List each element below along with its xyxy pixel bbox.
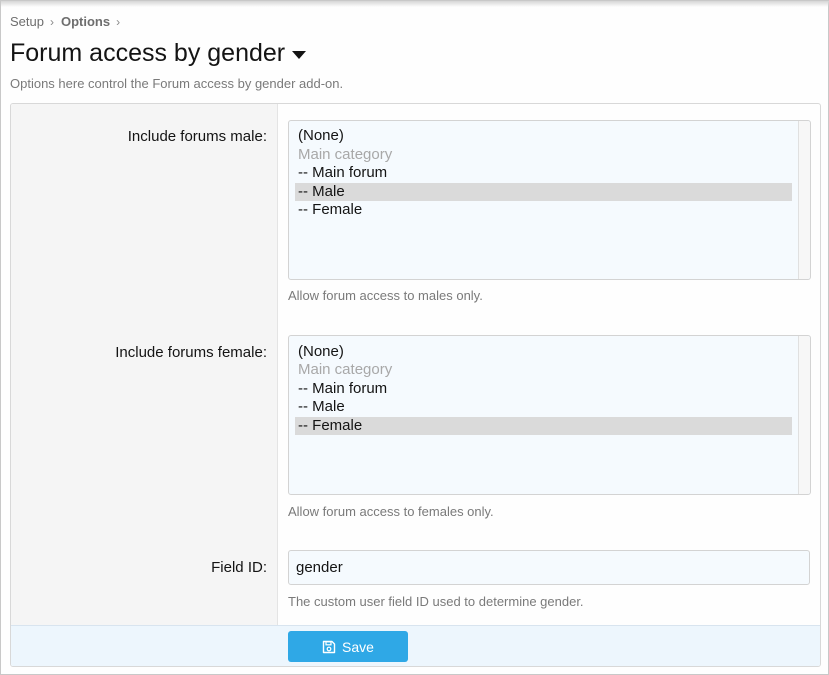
form-footer: Save <box>11 625 820 666</box>
breadcrumb-options[interactable]: Options <box>61 14 110 29</box>
field-id-input[interactable]: gender <box>288 550 810 585</box>
chevron-right-icon: › <box>116 14 121 29</box>
listbox-scrollbar[interactable] <box>798 336 810 494</box>
title-row[interactable]: Forum access by gender <box>10 39 307 68</box>
include-female-label: Include forums female: <box>115 344 267 361</box>
chevron-right-icon: › <box>49 14 54 29</box>
page-description: Options here control the Forum access by… <box>10 76 344 91</box>
include-female-hint: Allow forum access to females only. <box>288 504 494 519</box>
breadcrumb-setup[interactable]: Setup <box>10 14 44 29</box>
top-shadow <box>1 1 829 7</box>
labels-column <box>11 104 278 625</box>
field-id-label: Field ID: <box>211 559 267 576</box>
include-male-hint: Allow forum access to males only. <box>288 288 483 303</box>
option-main-forum[interactable]: -- Main forum <box>295 164 792 182</box>
include-female-listbox[interactable]: (None) Main category -- Main forum -- Ma… <box>288 335 811 495</box>
page-title: Forum access by gender <box>10 39 286 67</box>
caret-down-icon[interactable] <box>292 51 307 59</box>
listbox-scrollbar[interactable] <box>798 121 810 279</box>
option-none[interactable]: (None) <box>295 127 792 145</box>
option-main-category: Main category <box>298 361 393 378</box>
option-male[interactable]: -- Male <box>295 398 792 416</box>
save-label: Save <box>342 638 374 655</box>
include-male-label: Include forums male: <box>127 128 267 145</box>
option-main-category: Main category <box>298 146 393 163</box>
option-none[interactable]: (None) <box>295 343 792 361</box>
options-form: Include forums male: (None) Main categor… <box>10 103 821 667</box>
save-button[interactable]: Save <box>288 631 408 662</box>
option-main-forum[interactable]: -- Main forum <box>295 380 792 398</box>
breadcrumb: Setup › Options › <box>10 14 127 29</box>
option-male[interactable]: -- Male <box>295 183 792 201</box>
field-id-hint: The custom user field ID used to determi… <box>288 594 584 609</box>
option-female[interactable]: -- Female <box>295 201 792 219</box>
options-page: Setup › Options › Forum access by gender… <box>0 0 829 675</box>
option-female[interactable]: -- Female <box>295 417 792 435</box>
floppy-disk-icon <box>322 640 336 653</box>
include-male-listbox[interactable]: (None) Main category -- Main forum -- Ma… <box>288 120 811 280</box>
